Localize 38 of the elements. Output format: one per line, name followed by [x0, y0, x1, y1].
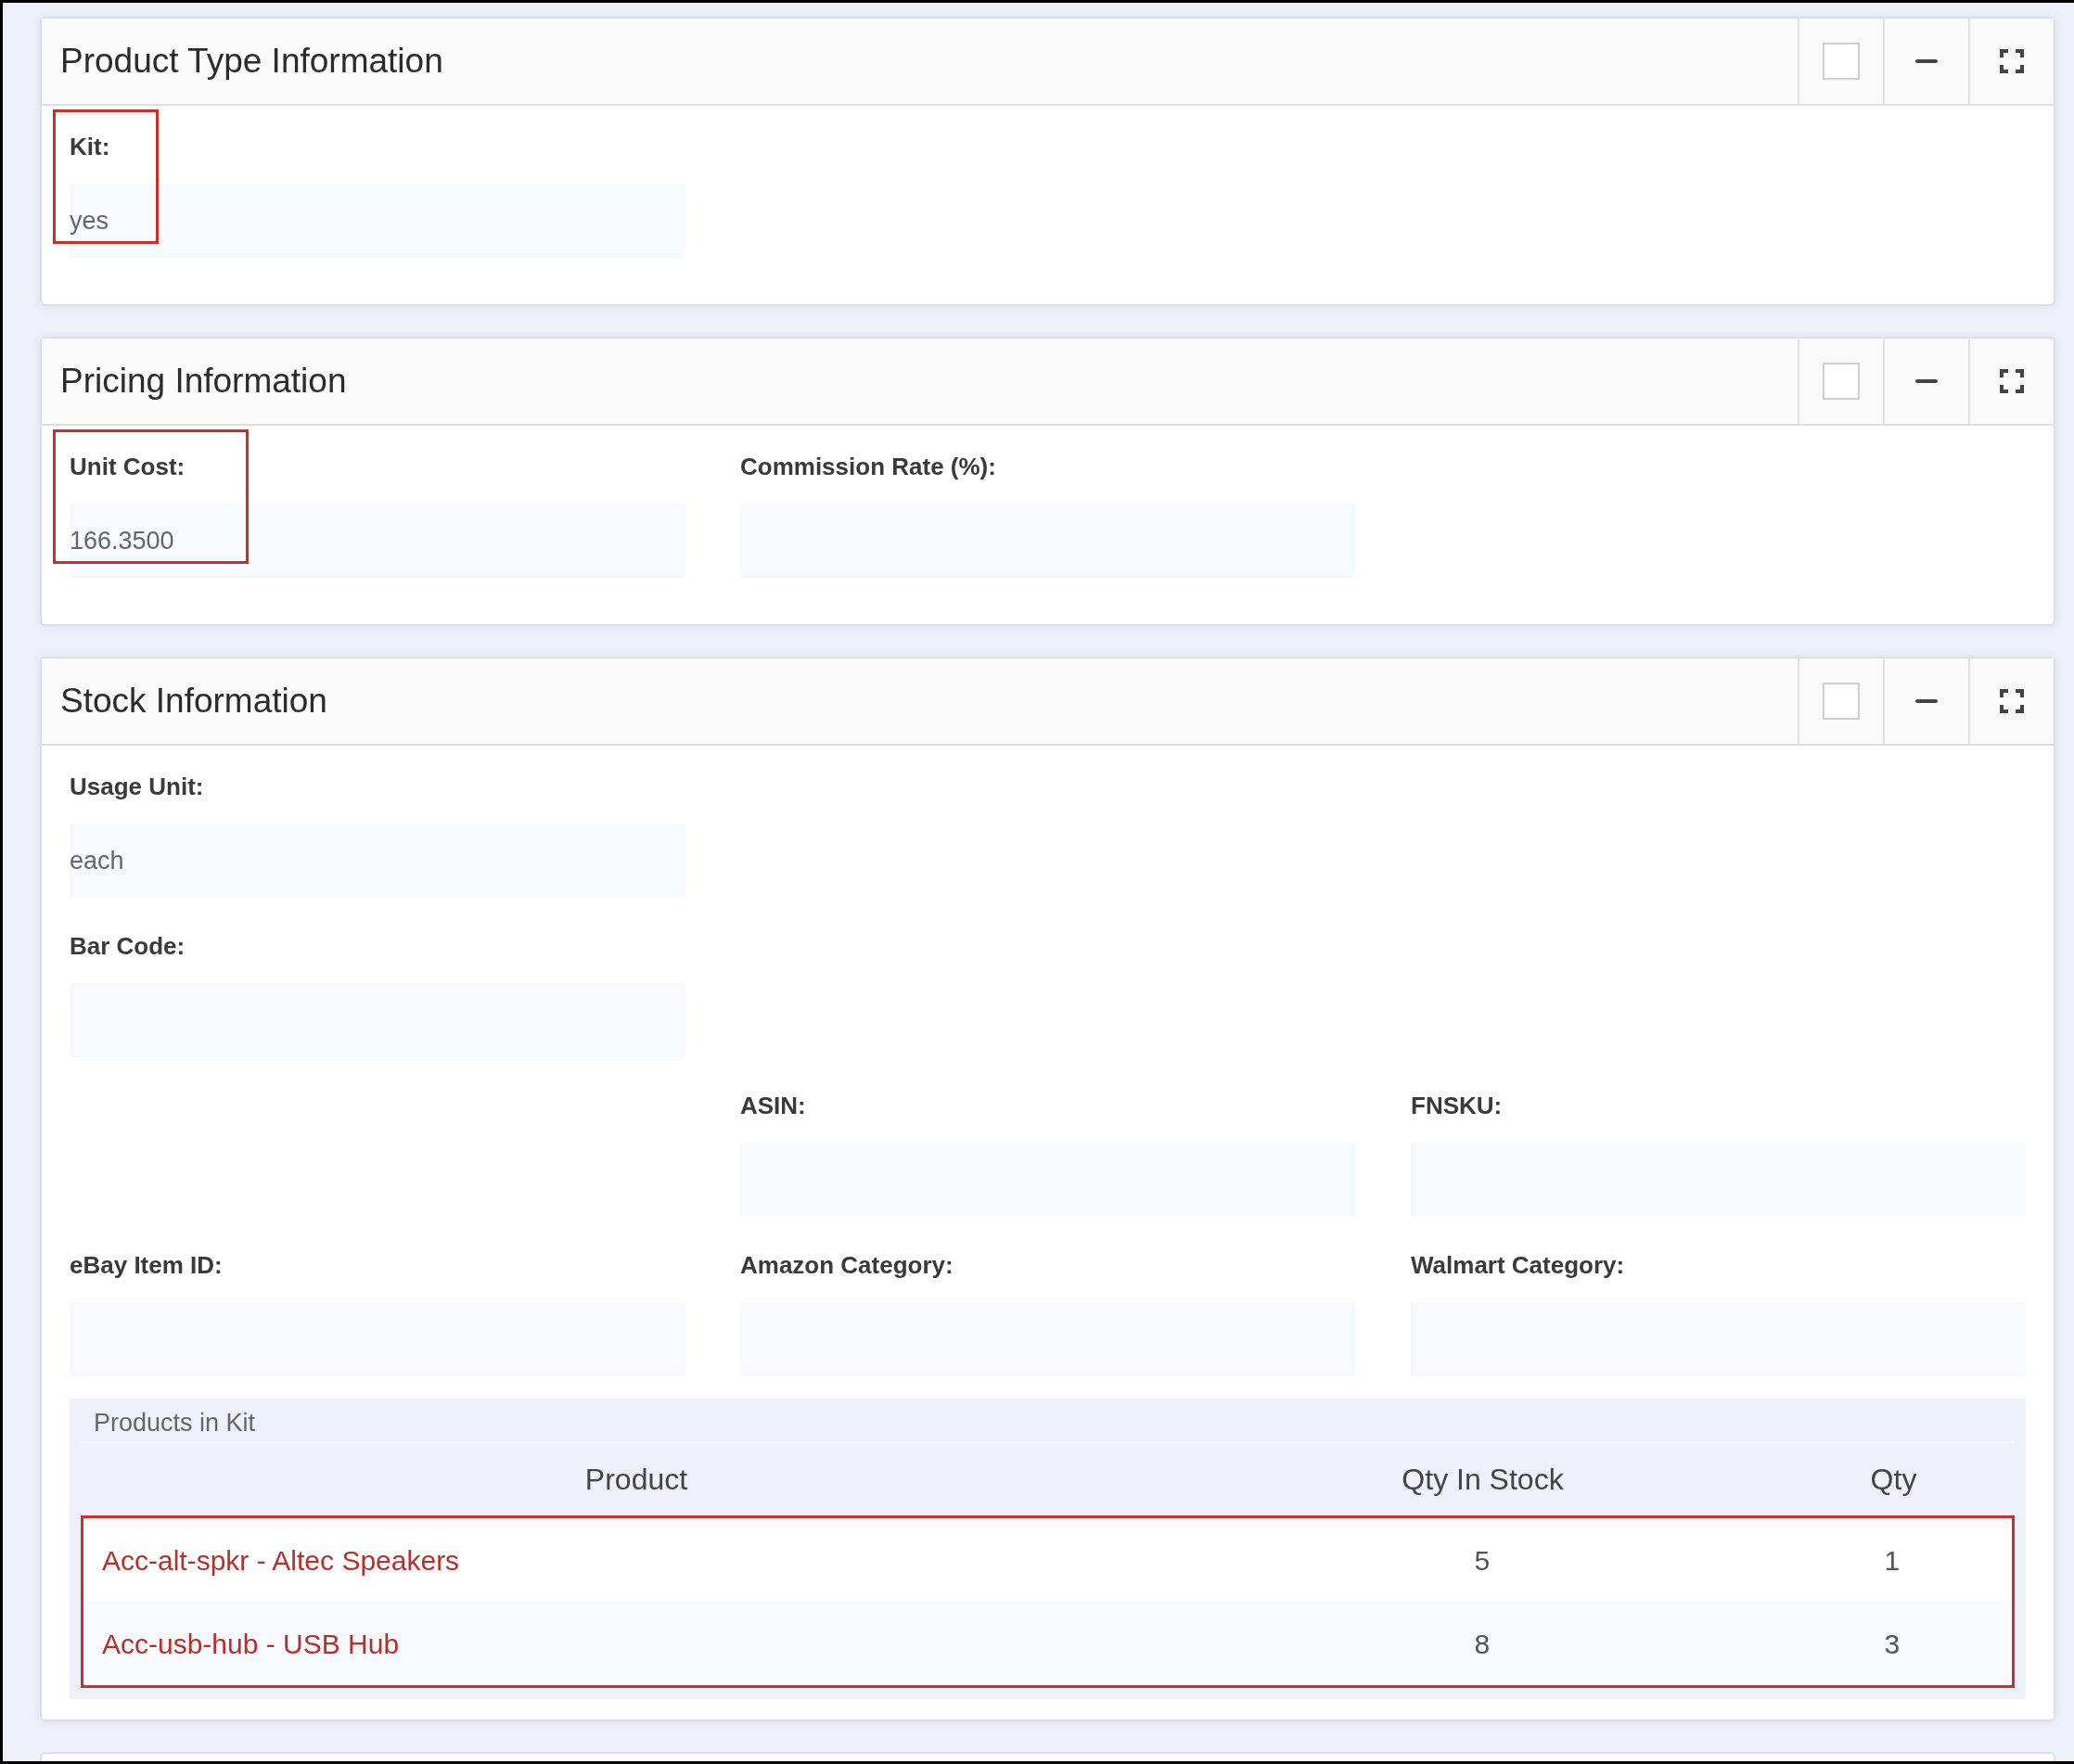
field-label: Bar Code: [70, 931, 186, 962]
field-label: Kit: [70, 132, 111, 162]
minus-icon [1915, 59, 1938, 63]
field-label: Unit Cost: [70, 452, 186, 482]
column-header: Product [583, 1462, 689, 1498]
card-title: Pricing Information [59, 361, 348, 403]
expand-icon [2000, 689, 2024, 713]
checkbox[interactable] [1823, 683, 1860, 720]
table-cell-text: 5 [1473, 1543, 1491, 1578]
field-value: each [70, 845, 124, 876]
product-link[interactable]: Acc-usb-hub - USB Hub [102, 1628, 400, 1659]
checkbox[interactable] [1823, 363, 1860, 400]
checkbox[interactable] [1823, 43, 1860, 80]
field-label: Walmart Category: [1411, 1250, 1626, 1281]
field-label: Amazon Category: [740, 1250, 954, 1281]
table-caption: Products in Kit [93, 1408, 257, 1438]
expand-icon [2000, 49, 2024, 73]
column-header: Qty [1869, 1462, 1918, 1498]
field-label: FNSKU: [1411, 1091, 1504, 1121]
input-field[interactable]: each [70, 824, 685, 898]
field-label: Usage Unit: [70, 772, 205, 802]
field-label: Commission Rate (%): [740, 452, 997, 482]
table-cell-text: 8 [1473, 1627, 1491, 1661]
minus-icon [1915, 699, 1938, 703]
column-header: Qty In Stock [1401, 1462, 1565, 1498]
card-title: Product Type Information [59, 41, 444, 83]
table-cell-text: 1 [1883, 1543, 1901, 1578]
field-value: 166.3500 [70, 525, 174, 556]
table-cell-text: 3 [1883, 1627, 1901, 1661]
card-title: Stock Information [59, 681, 328, 722]
expand-icon [2000, 369, 2024, 393]
field-label: eBay Item ID: [70, 1250, 224, 1281]
product-link[interactable]: Acc-alt-spkr - Altec Speakers [102, 1544, 460, 1576]
input-field[interactable]: yes [70, 184, 685, 258]
minus-icon [1915, 379, 1938, 383]
field-label: ASIN: [740, 1091, 807, 1121]
input-field[interactable]: 166.3500 [70, 504, 685, 578]
field-value: yes [70, 205, 109, 236]
